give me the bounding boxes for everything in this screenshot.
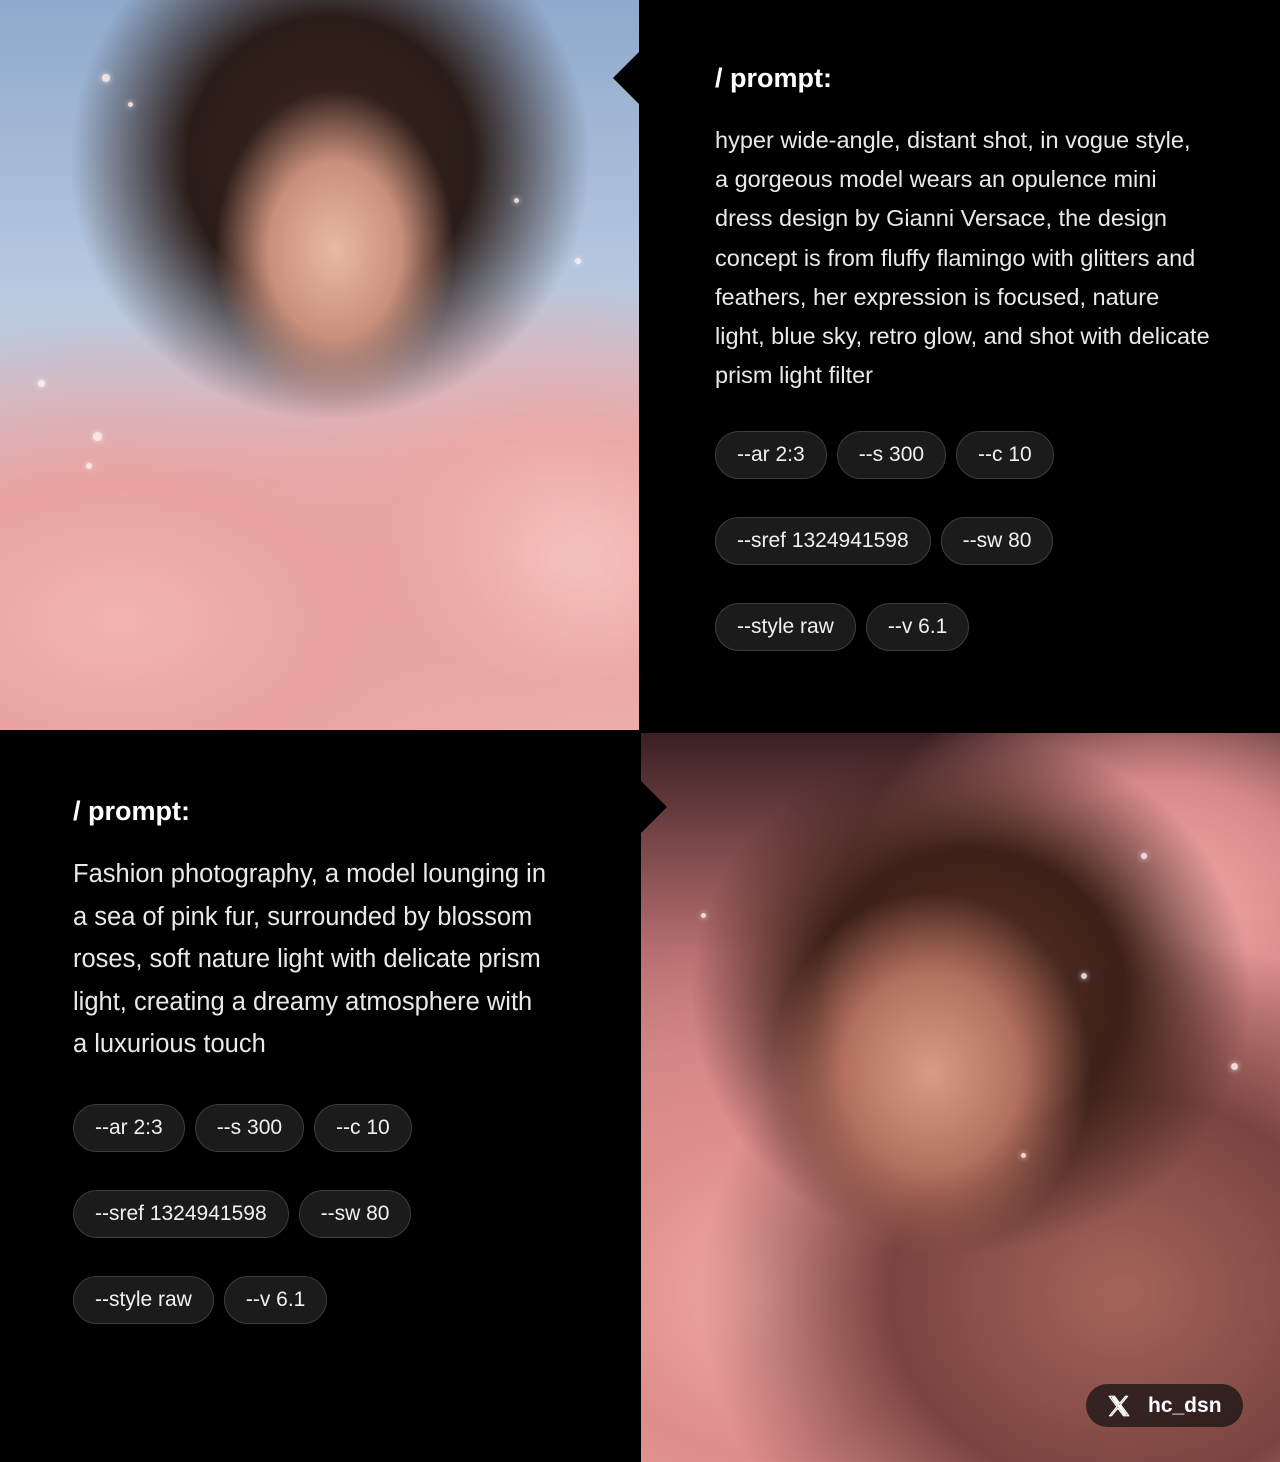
sparkle bbox=[86, 463, 92, 469]
parameter-tag-style-weight: --sw 80 bbox=[298, 1189, 412, 1238]
parameter-tag-stylize: --s 300 bbox=[194, 1103, 305, 1152]
sparkle bbox=[128, 102, 133, 107]
parameter-tag-version: --v 6.1 bbox=[865, 603, 970, 652]
parameter-tag-chaos: --c 10 bbox=[314, 1103, 412, 1152]
prompt-text: Fashion photography, a model lounging in… bbox=[73, 860, 547, 1059]
parameter-tags: --ar 2:3 --s 300 --c 10 --sref 132494159… bbox=[715, 431, 1115, 652]
parameter-tag-stylize: --s 300 bbox=[836, 431, 947, 480]
parameter-tag-style-weight: --sw 80 bbox=[940, 517, 1054, 566]
parameter-tag-version: --v 6.1 bbox=[223, 1275, 328, 1324]
parameter-tag-chaos: --c 10 bbox=[956, 431, 1054, 480]
sparkle bbox=[38, 380, 45, 387]
parameter-tag-style: --style raw bbox=[715, 603, 856, 652]
prompt-text: hyper wide-angle, distant shot, in vogue… bbox=[715, 127, 1210, 389]
parameter-tag-sref: --sref 1324941598 bbox=[715, 517, 931, 566]
sparkle bbox=[514, 198, 519, 203]
sparkle bbox=[701, 913, 706, 918]
flamingo-model-photo bbox=[0, 0, 639, 730]
sparkle bbox=[1231, 1063, 1238, 1070]
sparkle bbox=[93, 432, 102, 441]
prompt-heading: / prompt: bbox=[715, 63, 832, 93]
panel-pointer bbox=[641, 781, 667, 833]
sparkle bbox=[1141, 853, 1147, 859]
sparkle bbox=[1021, 1153, 1026, 1158]
panel-pointer bbox=[613, 52, 639, 104]
credit-handle: hc_dsn bbox=[1148, 1393, 1222, 1417]
pink-fur-model-photo bbox=[641, 733, 1280, 1462]
sparkle bbox=[575, 258, 581, 264]
credit-badge[interactable]: hc_dsn bbox=[1086, 1384, 1243, 1427]
parameter-tags: --ar 2:3 --s 300 --c 10 --sref 132494159… bbox=[73, 1103, 473, 1324]
prompt-panel-top: / prompt: hyper wide-angle, distant shot… bbox=[715, 60, 1215, 652]
sparkle bbox=[102, 74, 110, 82]
parameter-tag-aspect-ratio: --ar 2:3 bbox=[73, 1103, 185, 1152]
parameter-tag-aspect-ratio: --ar 2:3 bbox=[715, 431, 827, 480]
parameter-tag-sref: --sref 1324941598 bbox=[73, 1189, 289, 1238]
parameter-tag-style: --style raw bbox=[73, 1275, 214, 1324]
sparkle bbox=[1081, 973, 1087, 979]
x-logo-icon bbox=[1106, 1393, 1132, 1419]
prompt-heading: / prompt: bbox=[73, 796, 190, 826]
prompt-panel-bottom: / prompt: Fashion photography, a model l… bbox=[73, 793, 573, 1324]
